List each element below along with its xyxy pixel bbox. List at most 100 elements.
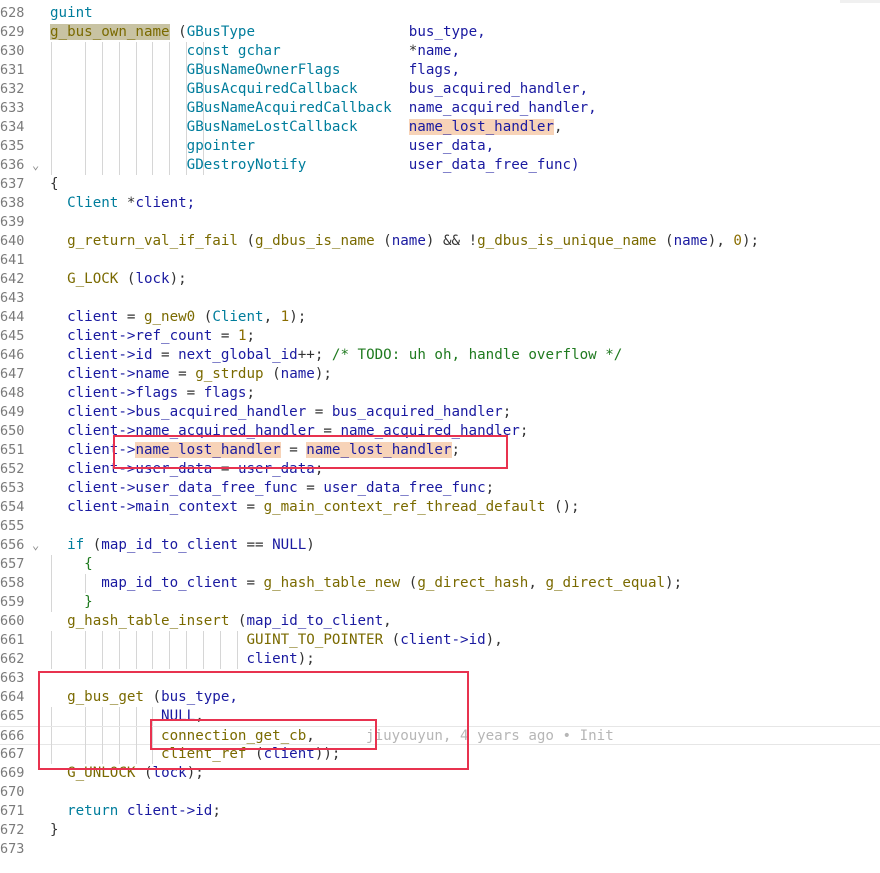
- code-line[interactable]: 639: [0, 213, 880, 232]
- line-number: 660: [0, 613, 25, 629]
- code-line[interactable]: 672}: [0, 821, 880, 840]
- code-text: client = g_new0 (Client, 1);: [50, 308, 306, 327]
- line-number: 648: [0, 385, 25, 401]
- code-line[interactable]: 629 g_bus_own_name (GBusType bus_type,: [0, 23, 880, 42]
- code-line[interactable]: 637 {: [0, 175, 880, 194]
- code-line[interactable]: 656 ⌄ if (map_id_to_client == NULL): [0, 536, 880, 555]
- code-token: (: [229, 613, 247, 629]
- code-line[interactable]: 653 client->user_data_free_func = user_d…: [0, 479, 880, 498]
- code-line[interactable]: 644 client = g_new0 (Client, 1);: [0, 308, 880, 327]
- code-token: Client: [212, 309, 264, 325]
- code-token: ;: [246, 328, 256, 344]
- line-number: 656: [0, 537, 25, 553]
- code-line[interactable]: 647 client->name = g_strdup (name);: [0, 365, 880, 384]
- code-token: bus_acquired_handler,: [408, 81, 589, 97]
- code-line[interactable]: 649 client->bus_acquired_handler = bus_a…: [0, 403, 880, 422]
- code-line[interactable]: 660 g_hash_table_insert (map_id_to_clien…: [0, 612, 880, 631]
- code-token: gpointer: [186, 138, 256, 154]
- code-token: =: [237, 499, 264, 515]
- code-text: client->name = g_strdup (name);: [50, 365, 332, 384]
- code-line[interactable]: 642 G_LOCK (lock);: [0, 270, 880, 289]
- code-token: (: [263, 366, 281, 382]
- code-token: client->user_data_free_func: [67, 480, 298, 496]
- code-line[interactable]: 643: [0, 289, 880, 308]
- code-token: =: [212, 328, 238, 344]
- line-number: 631: [0, 62, 25, 78]
- code-token: name,: [417, 43, 461, 59]
- code-token: client->name: [67, 366, 170, 382]
- code-token: client->bus_acquired_handler: [67, 404, 307, 420]
- code-text: client->flags = flags;: [50, 384, 255, 403]
- code-line[interactable]: 648 client->flags = flags;: [0, 384, 880, 403]
- code-token: name_lost_handler: [408, 119, 554, 135]
- code-token: client: [67, 309, 119, 325]
- code-line[interactable]: 628 guint: [0, 4, 880, 23]
- line-number: 642: [0, 271, 25, 287]
- fold-chevron-icon[interactable]: ⌄: [32, 536, 44, 555]
- code-line[interactable]: 632 GBusAcquiredCallback bus_acquired_ha…: [0, 80, 880, 99]
- code-token: user_data,: [408, 138, 495, 154]
- code-line[interactable]: 655: [0, 517, 880, 536]
- code-line[interactable]: 631 GBusNameOwnerFlags flags,: [0, 61, 880, 80]
- line-number: 672: [0, 822, 25, 838]
- code-line[interactable]: 645 client->ref_count = 1;: [0, 327, 880, 346]
- code-token: client->ref_count: [67, 328, 213, 344]
- code-token: (: [118, 271, 136, 287]
- code-token: GBusNameAcquiredCallback: [186, 100, 392, 116]
- line-number: 661: [0, 632, 25, 648]
- code-token: return: [67, 803, 119, 819]
- code-token: map_id_to_client: [101, 575, 238, 591]
- code-token: name: [391, 233, 426, 249]
- line-number: 646: [0, 347, 25, 363]
- code-line[interactable]: 671 return client->id;: [0, 802, 880, 821]
- line-number: 649: [0, 404, 25, 420]
- code-line[interactable]: 673: [0, 840, 880, 859]
- code-token: ;: [246, 385, 256, 401]
- code-line[interactable]: 654 client->main_context = g_main_contex…: [0, 498, 880, 517]
- code-token: bus_type,: [408, 24, 486, 40]
- code-line[interactable]: 662 client);: [0, 650, 880, 669]
- code-line[interactable]: 670: [0, 783, 880, 802]
- code-text: {: [50, 555, 93, 574]
- line-number: 659: [0, 594, 25, 610]
- code-token: g_direct_hash: [417, 575, 529, 591]
- code-line[interactable]: 640 g_return_val_if_fail (g_dbus_is_name…: [0, 232, 880, 251]
- code-line[interactable]: 659 }: [0, 593, 880, 612]
- code-token: (: [195, 309, 213, 325]
- code-token: guint: [50, 5, 93, 21]
- code-line[interactable]: 646 client->id = next_global_id++; /* TO…: [0, 346, 880, 365]
- code-token: (: [84, 537, 102, 553]
- code-line[interactable]: 657 {: [0, 555, 880, 574]
- code-text: GUINT_TO_POINTER (client->id),: [50, 631, 502, 650]
- code-line[interactable]: 661 GUINT_TO_POINTER (client->id),: [0, 631, 880, 650]
- line-number: 651: [0, 442, 25, 458]
- code-line[interactable]: 635 gpointer user_data,: [0, 137, 880, 156]
- code-token: g_return_val_if_fail: [67, 233, 238, 249]
- code-text: return client->id;: [50, 802, 221, 821]
- code-token: name: [673, 233, 708, 249]
- code-line[interactable]: 630 const gchar *name,: [0, 42, 880, 61]
- code-line[interactable]: 641: [0, 251, 880, 270]
- code-text: Client *client;: [50, 194, 195, 213]
- code-token: map_id_to_client: [101, 537, 238, 553]
- code-line[interactable]: 634 GBusNameLostCallback name_lost_handl…: [0, 118, 880, 137]
- line-number: 645: [0, 328, 25, 344]
- code-line[interactable]: 636 ⌄ GDestroyNotify user_data_free_func): [0, 156, 880, 175]
- fold-chevron-icon[interactable]: ⌄: [32, 156, 44, 175]
- code-line[interactable]: 638 Client *client;: [0, 194, 880, 213]
- line-number: 671: [0, 803, 25, 819]
- code-token: client->flags: [67, 385, 179, 401]
- code-token: =: [169, 366, 196, 382]
- code-token: (: [169, 24, 187, 40]
- code-line[interactable]: 658 map_id_to_client = g_hash_table_new …: [0, 574, 880, 593]
- code-line[interactable]: 633 GBusNameAcquiredCallback name_acquir…: [0, 99, 880, 118]
